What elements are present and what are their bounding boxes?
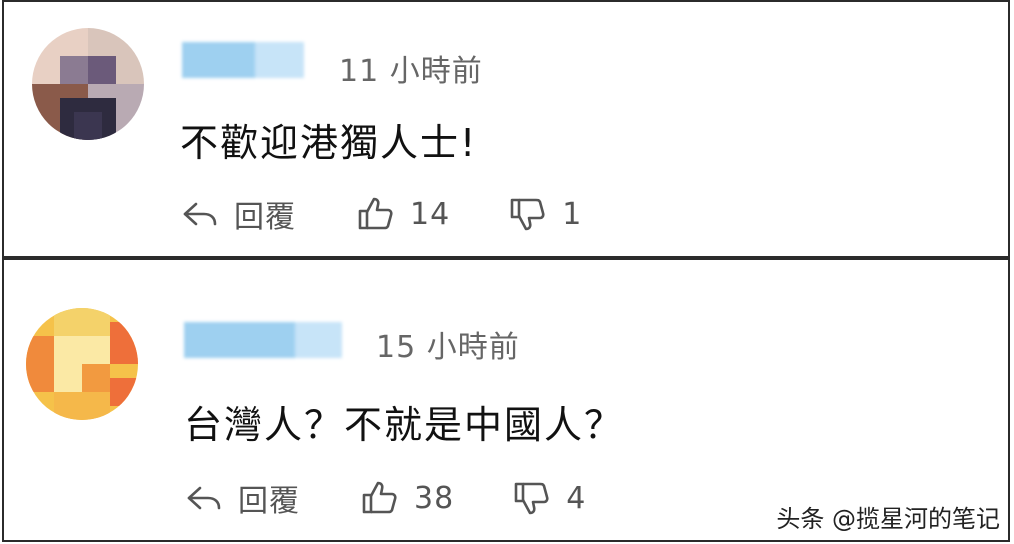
reply-label: 回覆 — [234, 200, 296, 235]
pixelated-avatar-icon[interactable] — [32, 28, 144, 140]
avatar-pixel — [54, 392, 110, 420]
redaction-block — [184, 322, 295, 358]
like-button[interactable]: 38 — [360, 478, 454, 518]
thumbs-down-icon — [514, 482, 549, 515]
watermark-text: 头条 @揽星河的笔记 — [776, 505, 1000, 533]
thumbs-up-icon — [362, 481, 397, 514]
avatar-pixel — [88, 56, 116, 84]
like-button[interactable]: 14 — [356, 194, 450, 234]
reply-arrow-icon — [183, 202, 217, 226]
thumbs-down-icon — [510, 198, 545, 231]
reply-arrow-icon — [187, 486, 221, 510]
dislike-button[interactable]: 1 — [508, 194, 582, 234]
redaction-block — [255, 42, 304, 78]
comment-card: 11 小時前 不歡迎港獨人士! 回覆 14 1 — [2, 0, 1010, 258]
thumbs-up-icon — [358, 197, 393, 230]
avatar-pixel — [26, 336, 54, 392]
pixelated-avatar-icon[interactable] — [26, 308, 138, 420]
avatar-pixel — [74, 112, 102, 140]
avatar-pixel — [82, 364, 110, 392]
comment-timestamp: 15 小時前 — [376, 330, 520, 365]
reply-button[interactable]: 回覆 — [180, 192, 296, 236]
avatar-pixel — [54, 308, 110, 336]
redaction-block — [182, 42, 256, 78]
dislike-button[interactable]: 4 — [512, 478, 586, 518]
avatar-pixel — [60, 56, 88, 84]
comment-timestamp: 11 小時前 — [339, 54, 483, 89]
comment-text: 台灣人？不就是中國人？ — [184, 403, 625, 447]
username-redacted[interactable] — [182, 42, 304, 78]
dislike-count: 4 — [566, 480, 587, 516]
avatar-pixel — [110, 322, 138, 364]
comment-actions: 回覆 14 1 — [180, 192, 582, 236]
redaction-block — [294, 322, 342, 358]
like-count: 38 — [414, 480, 455, 516]
comment-text: 不歡迎港獨人士! — [180, 121, 478, 165]
reply-button[interactable]: 回覆 — [184, 476, 300, 520]
username-redacted[interactable] — [184, 322, 342, 358]
like-count: 14 — [410, 196, 451, 232]
avatar-pixel — [110, 378, 138, 406]
dislike-count: 1 — [562, 196, 583, 232]
comment-actions: 回覆 38 4 — [184, 476, 586, 520]
reply-label: 回覆 — [238, 484, 300, 519]
